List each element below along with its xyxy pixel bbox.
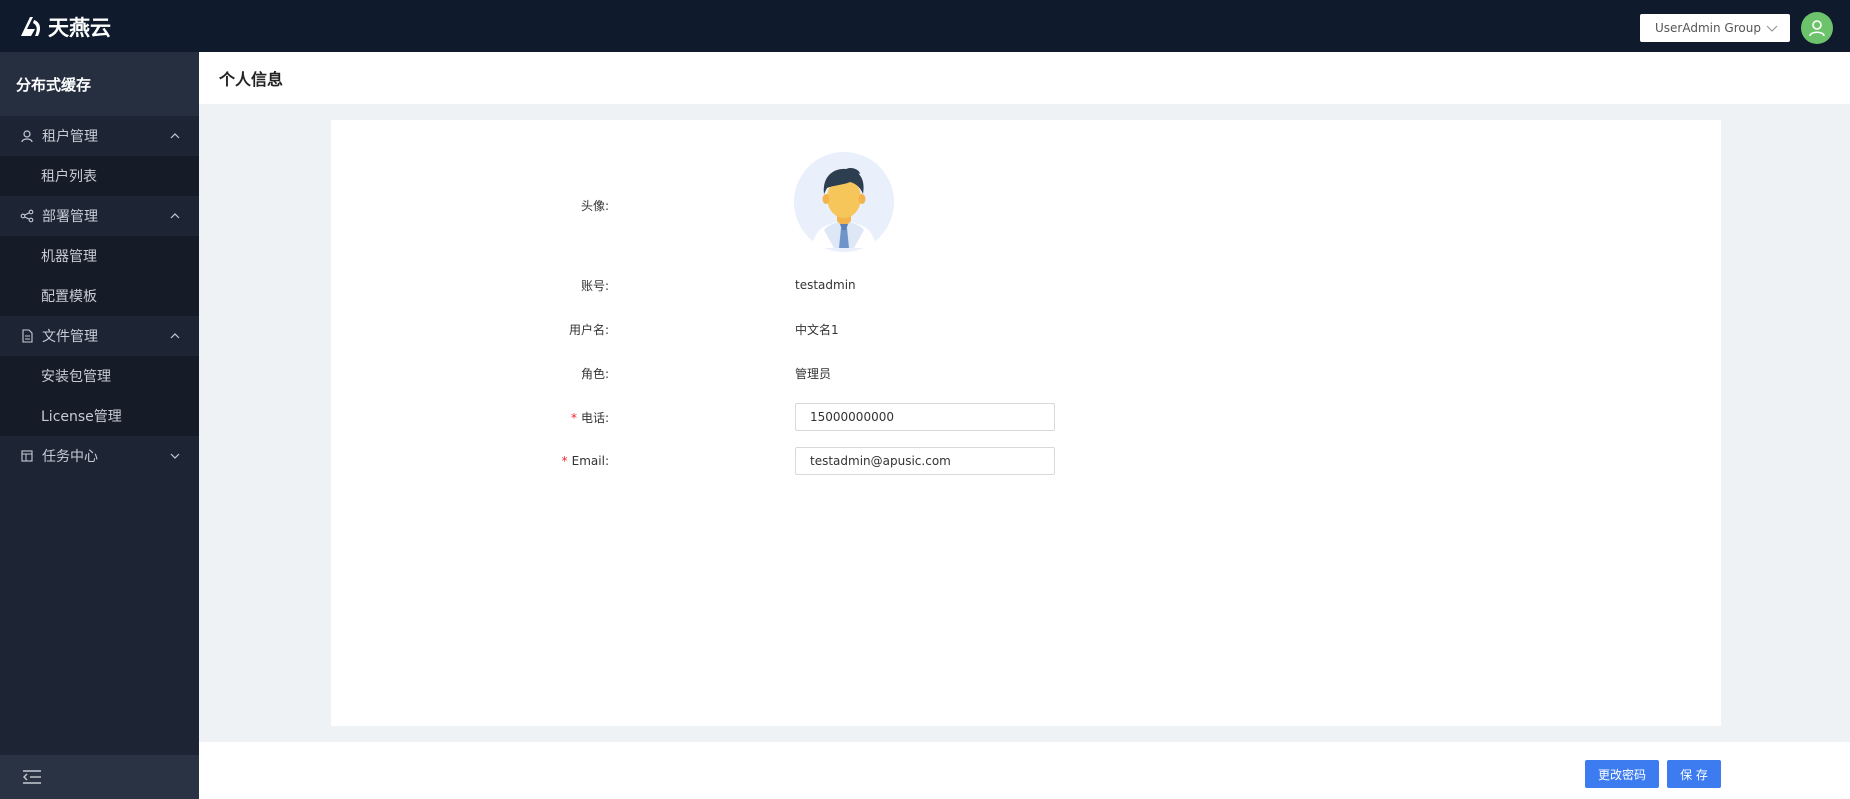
sidebar-item-label: 租户列表: [41, 169, 97, 185]
account-label: 账号:: [580, 278, 609, 293]
profile-avatar[interactable]: [794, 152, 894, 252]
sidebar-group-tenant[interactable]: 租户管理: [0, 116, 199, 156]
avatar-label: 头像:: [580, 198, 609, 213]
required-mark: *: [570, 410, 577, 425]
file-icon: [22, 329, 33, 343]
account-row: 账号: testadmin: [331, 270, 1721, 300]
save-button[interactable]: 保 存: [1667, 760, 1721, 788]
phone-label-text: 电话:: [580, 410, 609, 425]
group-selector-value: UserAdmin Group: [1655, 21, 1761, 35]
role-row: 角色: 管理员: [331, 358, 1721, 388]
phone-input[interactable]: [795, 403, 1055, 431]
logo[interactable]: 天燕云: [18, 12, 111, 42]
menu-fold-icon: [23, 770, 41, 784]
email-label: * Email:: [562, 454, 609, 468]
logo-icon: [21, 17, 41, 36]
chevron-down-icon: [170, 453, 180, 459]
calendar-icon: [21, 450, 33, 462]
sidebar-group-tasks[interactable]: 任务中心: [0, 436, 199, 476]
chevron-up-icon: [170, 133, 180, 139]
sidebar-group-label: 文件管理: [42, 329, 98, 345]
chevron-up-icon: [170, 213, 180, 219]
chevron-down-icon: [1766, 25, 1778, 32]
required-mark: *: [561, 454, 568, 468]
role-value: 管理员: [795, 366, 832, 381]
phone-label: * 电话:: [571, 409, 609, 426]
sidebar: 分布式缓存 租户管理 租户列表 部署管理 机器管理 配置模板 文件管理 安装包管…: [0, 52, 199, 799]
page-title: 个人信息: [199, 52, 1850, 104]
sidebar-group-label: 租户管理: [42, 129, 98, 145]
group-selector[interactable]: UserAdmin Group: [1640, 14, 1790, 42]
username-value: 中文名1: [795, 322, 839, 337]
logo-text: 天燕云: [48, 16, 111, 40]
action-bar: 更改密码 保 存: [199, 742, 1850, 799]
user-icon: [21, 130, 33, 143]
sidebar-title: 分布式缓存: [0, 52, 199, 116]
sidebar-item-packages[interactable]: 安装包管理: [0, 356, 199, 396]
role-label: 角色:: [580, 366, 609, 381]
email-label-text: Email:: [571, 454, 609, 468]
sidebar-item-tenant-list[interactable]: 租户列表: [0, 156, 199, 196]
share-icon: [20, 209, 34, 223]
sidebar-item-license[interactable]: License管理: [0, 396, 199, 436]
sidebar-item-label: License管理: [41, 409, 122, 425]
account-value: testadmin: [795, 278, 856, 292]
sidebar-item-config-templates[interactable]: 配置模板: [0, 276, 199, 316]
sidebar-item-label: 机器管理: [41, 249, 97, 265]
sidebar-group-deploy[interactable]: 部署管理: [0, 196, 199, 236]
username-label: 用户名:: [568, 322, 609, 337]
sidebar-group-label: 部署管理: [42, 209, 98, 225]
profile-card: 头像: 账号: testadmin 用户名: 中文名1 角色: 管理员 * 电话:: [331, 120, 1721, 726]
user-icon: [1809, 20, 1825, 37]
change-password-button[interactable]: 更改密码: [1585, 760, 1659, 788]
email-input[interactable]: [795, 447, 1055, 475]
top-bar: 天燕云 UserAdmin Group: [0, 0, 1850, 52]
sidebar-group-files[interactable]: 文件管理: [0, 316, 199, 356]
sidebar-item-label: 安装包管理: [41, 369, 111, 385]
person-avatar-icon: [794, 152, 894, 252]
phone-row: * 电话:: [331, 402, 1721, 432]
sidebar-group-label: 任务中心: [42, 449, 98, 465]
sidebar-item-machines[interactable]: 机器管理: [0, 236, 199, 276]
sidebar-item-label: 配置模板: [41, 289, 97, 305]
avatar-row: 头像:: [331, 190, 1721, 220]
chevron-up-icon: [170, 333, 180, 339]
email-row: * Email:: [331, 446, 1721, 476]
sidebar-collapse-button[interactable]: [0, 755, 199, 799]
sidebar-menu: 租户管理 租户列表 部署管理 机器管理 配置模板 文件管理 安装包管理 Lice…: [0, 116, 199, 476]
username-row: 用户名: 中文名1: [331, 314, 1721, 344]
user-avatar[interactable]: [1801, 12, 1833, 44]
